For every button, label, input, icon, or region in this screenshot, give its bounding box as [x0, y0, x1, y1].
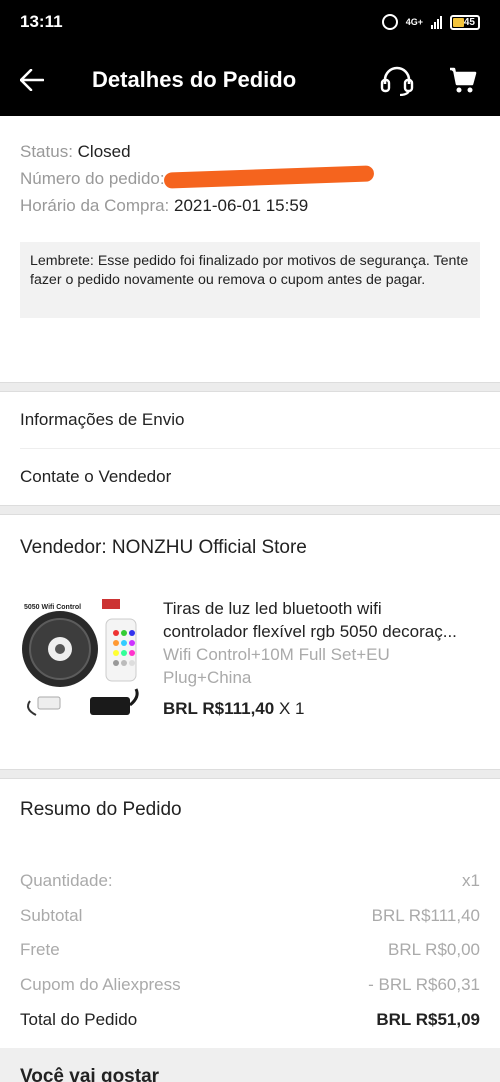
led-strip-image: 5050 Wifi Control	[20, 597, 144, 727]
arrow-left-icon	[20, 69, 44, 91]
summary-row: Frete BRL R$0,00	[20, 933, 480, 968]
section-divider	[0, 382, 500, 392]
support-button[interactable]	[380, 63, 414, 97]
recommendations-header: Você vai gostar	[0, 1048, 500, 1082]
purchase-time-label: Horário da Compra:	[20, 196, 170, 215]
redaction-mark	[163, 165, 375, 189]
battery-icon: 45	[450, 14, 480, 30]
summary-value: - BRL R$60,31	[368, 975, 480, 995]
summary-row: Quantidade: x1	[20, 864, 480, 899]
order-number-row: Número do pedido: 8	[20, 165, 480, 192]
product-image[interactable]: 5050 Wifi Control	[20, 597, 144, 727]
page-title: Detalhes do Pedido	[92, 67, 297, 92]
status-time: 13:11	[20, 12, 63, 31]
summary-row: Subtotal BRL R$111,40	[20, 899, 480, 934]
product-title[interactable]: Tiras de luz led bluetooth wifi controla…	[163, 597, 480, 643]
summary-value: x1	[462, 871, 480, 891]
order-total-label: Total do Pedido	[20, 1009, 138, 1029]
status-value: Closed	[77, 142, 131, 161]
back-button[interactable]	[20, 62, 56, 98]
purchase-time-row: Horário da Compra: 2021-06-01 15:59	[20, 192, 480, 219]
reminder-notice: Lembrete: Esse pedido foi finalizado por…	[20, 242, 480, 318]
summary-row: Cupom do Aliexpress - BRL R$60,31	[20, 968, 480, 1003]
summary-label: Quantidade:	[20, 871, 113, 891]
shipping-info-link[interactable]: Informações de Envio	[0, 392, 500, 448]
product-variant: Wifi Control+10M Full Set+EU Plug+China	[163, 645, 390, 687]
order-info-section: Status: Closed Número do pedido: 8 Horár…	[0, 116, 500, 382]
status-icons: 4G+ 45	[381, 14, 480, 30]
section-divider	[0, 505, 500, 515]
purchase-time-value: 2021-06-01 15:59	[174, 196, 309, 215]
order-summary-section: Resumo do Pedido Quantidade: x1 Subtotal…	[0, 779, 500, 1037]
signal-icon	[431, 15, 442, 29]
seller-section: Vendedor: NONZHU Official Store 5050 Wif…	[0, 515, 500, 769]
shopping-cart-icon	[450, 67, 477, 93]
summary-title: Resumo do Pedido	[20, 799, 182, 820]
network-type: 4G+	[405, 16, 423, 27]
product-image-caption: 5050 Wifi Control	[24, 604, 81, 611]
contact-seller-link[interactable]: Contate o Vendedor	[0, 449, 500, 505]
product-item[interactable]: 5050 Wifi Control Tiras de luz led bluet…	[20, 597, 480, 727]
status-label: Status:	[20, 142, 73, 161]
summary-label: Cupom do Aliexpress	[20, 975, 181, 995]
battery-level: 45	[463, 16, 475, 28]
alarm-icon	[381, 14, 398, 30]
product-title-line2: controlador flexível rgb 5050 decoraç...	[163, 622, 457, 641]
product-price: BRL R$111,40	[163, 699, 275, 718]
status-bar: 13:11 4G+ 45	[0, 0, 500, 44]
section-divider	[0, 769, 500, 779]
summary-value: BRL R$111,40	[371, 905, 480, 925]
order-number-label: Número do pedido:	[20, 169, 165, 188]
summary-label: Frete	[20, 940, 60, 960]
status-row: Status: Closed	[20, 138, 480, 165]
seller-name[interactable]: Vendedor: NONZHU Official Store	[20, 515, 480, 577]
order-total-value: BRL R$51,09	[376, 1009, 480, 1029]
product-title-line1: Tiras de luz led bluetooth wifi	[163, 599, 382, 618]
headset-icon	[380, 66, 414, 96]
product-price-row: BRL R$111,40 X 1	[163, 699, 480, 719]
order-total-row: Total do Pedido BRL R$51,09	[20, 1002, 480, 1037]
summary-label: Subtotal	[20, 905, 83, 925]
app-bar: Detalhes do Pedido	[0, 44, 500, 116]
cart-button[interactable]	[446, 63, 480, 97]
summary-value: BRL R$0,00	[388, 940, 480, 960]
product-quantity: X 1	[278, 699, 305, 718]
